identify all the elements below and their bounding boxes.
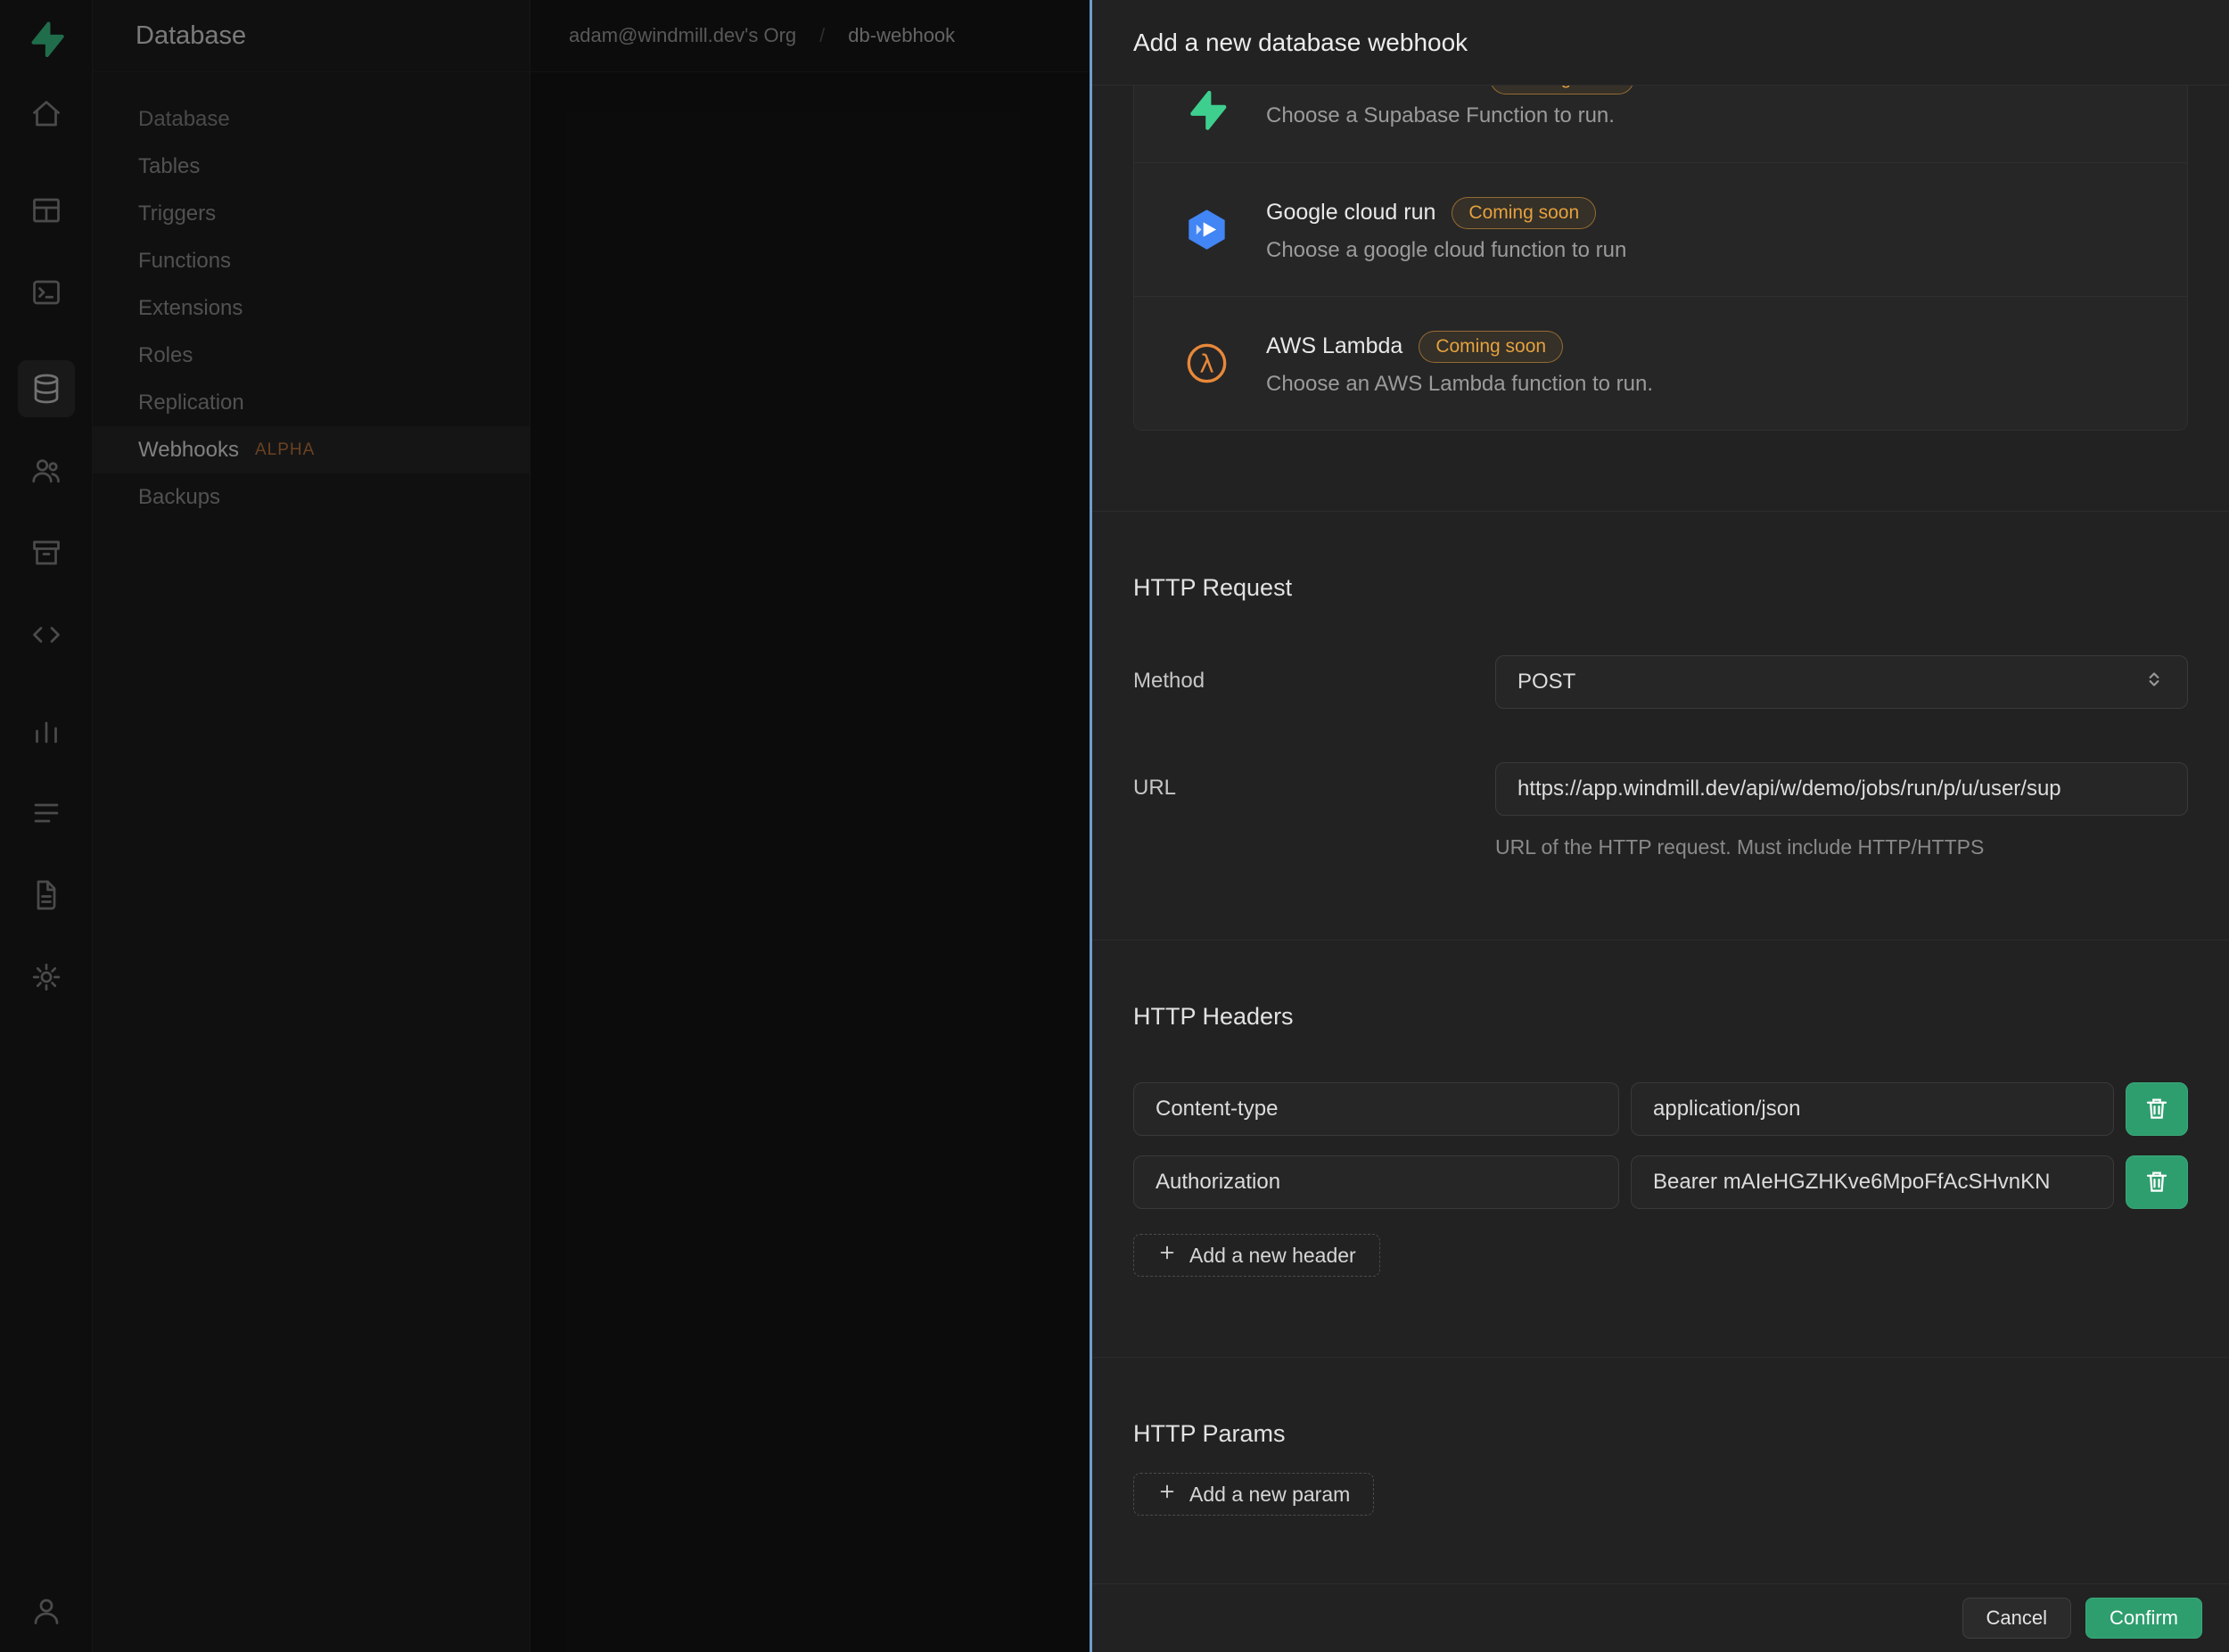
webhook-type-description: Choose a Supabase Function to run.: [1266, 103, 1615, 127]
header-value-input[interactable]: application/json: [1631, 1082, 2114, 1136]
webhook-type-supabase-function[interactable]: Coming soon Choose a Supabase Function t…: [1134, 86, 2187, 162]
header-key-input[interactable]: Authorization: [1133, 1155, 1619, 1209]
http-request-section: HTTP Request Method POST URL https://app…: [1092, 574, 2229, 859]
trash-icon: [2143, 1168, 2170, 1197]
panel-footer: Cancel Confirm: [1092, 1583, 2229, 1652]
header-value-input[interactable]: Bearer mAIeHGZHKve6MpoFfAcSHvnKN: [1631, 1155, 2114, 1209]
section-divider: [1092, 940, 2229, 941]
url-input[interactable]: https://app.windmill.dev/api/w/demo/jobs…: [1495, 762, 2188, 816]
app-window: Database Database Tables Triggers Functi…: [0, 0, 2229, 1652]
header-key-input[interactable]: Content-type: [1133, 1082, 1619, 1136]
http-headers-heading: HTTP Headers: [1133, 1003, 1294, 1030]
webhook-type-list: Coming soon Choose a Supabase Function t…: [1133, 86, 2188, 431]
section-divider: [1092, 1357, 2229, 1358]
delete-header-button[interactable]: [2126, 1082, 2188, 1136]
aws-lambda-icon: λ: [1184, 341, 1230, 386]
section-divider: [1092, 511, 2229, 512]
webhook-type-description: Choose an AWS Lambda function to run.: [1266, 371, 1654, 396]
webhook-type-name: AWS Lambda: [1266, 333, 1403, 358]
coming-soon-badge: Coming soon: [1490, 86, 1634, 95]
trash-icon: [2143, 1095, 2170, 1124]
panel-header: Add a new database webhook: [1092, 0, 2229, 86]
add-webhook-panel: Add a new database webhook Coming soon C…: [1090, 0, 2229, 1652]
webhook-type-aws-lambda[interactable]: λ AWS Lambda Coming soon Choose an AWS L…: [1134, 296, 2187, 430]
add-param-button[interactable]: Add a new param: [1133, 1473, 1375, 1516]
plus-icon: [1157, 1243, 1177, 1268]
confirm-button[interactable]: Confirm: [2085, 1598, 2202, 1639]
method-value: POST: [1518, 670, 1576, 694]
coming-soon-badge: Coming soon: [1419, 330, 1564, 363]
webhook-type-google-cloud-run[interactable]: Google cloud run Coming soon Choose a go…: [1134, 162, 2187, 296]
coming-soon-badge: Coming soon: [1452, 196, 1597, 229]
svg-text:λ: λ: [1199, 349, 1213, 378]
http-params-heading: HTTP Params: [1133, 1420, 1286, 1447]
google-cloud-run-icon: [1184, 207, 1230, 252]
method-label: Method: [1133, 669, 1205, 693]
webhook-type-description: Choose a google cloud function to run: [1266, 237, 1627, 262]
add-header-button[interactable]: Add a new header: [1133, 1234, 1380, 1277]
header-row: Content-type application/json: [1133, 1082, 2188, 1136]
chevron-up-down-icon: [2143, 668, 2166, 697]
delete-header-button[interactable]: [2126, 1155, 2188, 1209]
header-row: Authorization Bearer mAIeHGZHKve6MpoFfAc…: [1133, 1155, 2188, 1209]
url-value: https://app.windmill.dev/api/w/demo/jobs…: [1518, 777, 2061, 801]
http-params-section: HTTP Params Add a new param: [1092, 1420, 2229, 1516]
cancel-button[interactable]: Cancel: [1962, 1598, 2071, 1639]
url-help-text: URL of the HTTP request. Must include HT…: [1495, 835, 1985, 859]
http-request-heading: HTTP Request: [1133, 574, 1293, 601]
method-select[interactable]: POST: [1495, 655, 2188, 709]
panel-title: Add a new database webhook: [1133, 28, 1468, 56]
overlay-backdrop[interactable]: [0, 0, 1090, 1652]
url-label: URL: [1133, 776, 1177, 800]
http-headers-section: HTTP Headers Content-type application/js…: [1092, 1003, 2229, 1277]
webhook-type-name: Google cloud run: [1266, 200, 1436, 225]
panel-body: Coming soon Choose a Supabase Function t…: [1092, 86, 2229, 1583]
plus-icon: [1157, 1482, 1177, 1507]
supabase-function-icon: [1184, 87, 1230, 133]
